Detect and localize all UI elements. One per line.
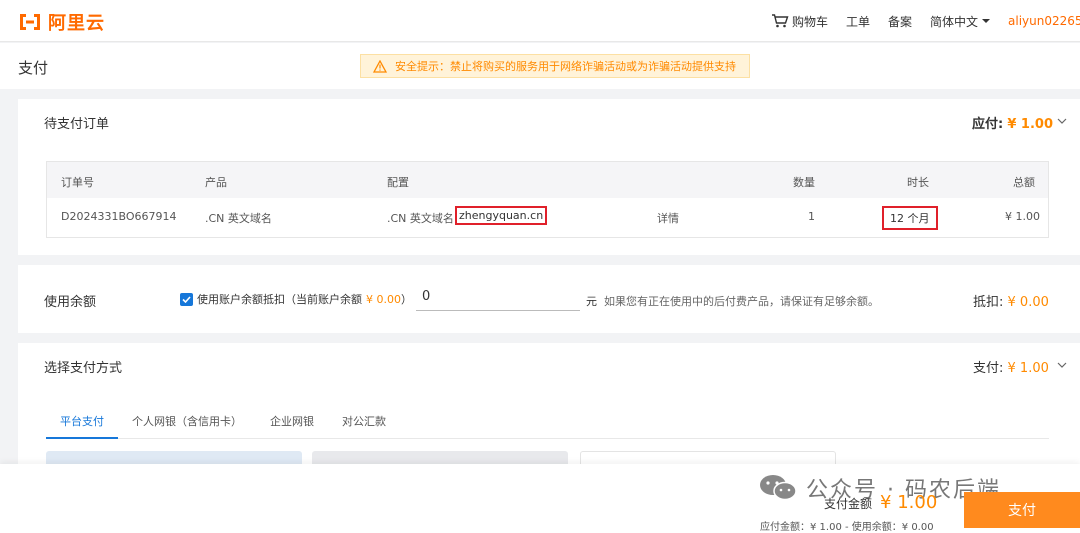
- tab-corporate-transfer[interactable]: 对公汇款: [342, 413, 386, 429]
- footer-amount-label: 支付金额: [824, 497, 873, 511]
- deduct-amount: 抵扣: ¥ 0.00: [973, 291, 1049, 310]
- language-select[interactable]: 简体中文: [930, 13, 990, 30]
- col-config: 配置: [387, 176, 409, 189]
- chevron-down-icon: [982, 19, 990, 23]
- config-label: .CN 英文域名: [387, 212, 454, 225]
- order-table: 订单号 产品 配置 数量 时长 总额 D2024331BO667914 .CN …: [46, 161, 1049, 238]
- logo-text: 阿里云: [48, 13, 105, 34]
- tab-platform-pay[interactable]: 平台支付: [60, 413, 104, 429]
- collapse-chevron-icon[interactable]: [1057, 118, 1067, 124]
- cart-link[interactable]: 购物车: [771, 13, 828, 30]
- pending-order-title: 待支付订单: [44, 117, 110, 132]
- product-name: .CN 英文域名: [205, 212, 272, 225]
- language-label: 简体中文: [929, 14, 978, 29]
- use-balance-checkbox[interactable]: [180, 292, 193, 306]
- security-warning-banner: 安全提示：禁止将购买的服务用于网络诈骗活动或为诈骗活动提供支持: [360, 54, 750, 78]
- domain-name: zhengyquan.cn: [455, 206, 548, 225]
- pay-button[interactable]: 支付: [964, 492, 1080, 528]
- order-number: D2024331BO667914: [61, 210, 177, 223]
- current-balance: ¥ 0.00: [366, 292, 401, 306]
- warning-icon: [373, 59, 387, 73]
- balance-unit: 元: [586, 295, 597, 308]
- pay-value: ¥ 1.00: [1007, 361, 1049, 376]
- aliyun-logo-icon: [20, 14, 40, 30]
- due-value: ¥ 1.00: [1007, 117, 1053, 132]
- ticket-link[interactable]: 工单: [846, 13, 870, 30]
- collapse-chevron-icon[interactable]: [1057, 362, 1067, 368]
- col-quantity: 数量: [793, 176, 815, 189]
- pending-order-card: 待支付订单 应付: ¥ 1.00 订单号 产品 配置 数量 时长 总额 D202…: [18, 99, 1080, 255]
- cart-icon: [771, 14, 789, 28]
- col-product: 产品: [205, 176, 227, 189]
- pay-amount: 支付: ¥ 1.00: [973, 357, 1049, 376]
- user-account[interactable]: aliyun022659**: [1008, 14, 1080, 28]
- wechat-icon: [760, 475, 797, 501]
- footer-amount: 支付金额 ¥ 1.00: [824, 492, 937, 513]
- footer-amount-value: ¥ 1.00: [880, 492, 938, 513]
- payment-footer: 公众号 · 码农后端 支付金额 ¥ 1.00 应付金额：¥ 1.00 - 使用余…: [0, 464, 1080, 533]
- page-title: 支付: [18, 59, 49, 77]
- due-label: 应付:: [972, 117, 1004, 132]
- pay-label: 支付:: [973, 361, 1004, 376]
- deduct-value: ¥ 0.00: [1007, 295, 1049, 310]
- payment-tabs: 平台支付 个人网银（含信用卡） 企业网银 对公汇款: [46, 403, 1049, 439]
- order-table-header: 订单号 产品 配置 数量 时长 总额: [47, 162, 1048, 198]
- cart-label: 购物车: [791, 14, 828, 29]
- balance-hint: 如果您有正在使用中的后付费产品，请保证有足够余额。: [604, 295, 879, 308]
- use-balance-label: 使用账户余额抵扣（当前账户余额: [197, 293, 362, 306]
- col-total: 总额: [1013, 176, 1035, 189]
- payment-method-card: 选择支付方式 支付: ¥ 1.00 平台支付 个人网银（含信用卡） 企业网银 对…: [18, 343, 1080, 481]
- active-tab-indicator: [46, 437, 118, 439]
- balance-amount-input[interactable]: [416, 283, 580, 311]
- total-value: ¥ 1.00: [1005, 210, 1040, 223]
- payment-method-title: 选择支付方式: [44, 361, 123, 376]
- deduct-label: 抵扣:: [973, 295, 1004, 310]
- duration-value: 12 个月: [882, 206, 938, 230]
- footer-summary: 应付金额：¥ 1.00 - 使用余额：¥ 0.00: [760, 522, 934, 533]
- aliyun-logo[interactable]: 阿里云: [18, 9, 105, 35]
- col-duration: 时长: [907, 176, 929, 189]
- balance-title: 使用余额: [44, 295, 97, 310]
- page-header: 支付 安全提示：禁止将购买的服务用于网络诈骗活动或为诈骗活动提供支持: [0, 43, 1080, 89]
- quantity-value: 1: [808, 210, 815, 223]
- check-icon: [182, 295, 191, 303]
- tab-personal-bank[interactable]: 个人网银（含信用卡）: [132, 413, 242, 429]
- tab-enterprise-bank[interactable]: 企业网银: [270, 413, 314, 429]
- balance-checkbox-row[interactable]: 使用账户余额抵扣（当前账户余额 ¥ 0.00 ）: [180, 291, 412, 307]
- balance-card: 使用余额 使用账户余额抵扣（当前账户余额 ¥ 0.00 ） 元 如果您有正在使用…: [18, 265, 1080, 333]
- paren-close: ）: [401, 293, 412, 306]
- col-order-no: 订单号: [61, 176, 94, 189]
- top-navbar: 阿里云 购物车 工单 备案 简体中文 aliyun022659**: [0, 0, 1080, 42]
- filing-link[interactable]: 备案: [888, 13, 912, 30]
- details-link[interactable]: 详情: [657, 210, 679, 226]
- warning-text: 安全提示：禁止将购买的服务用于网络诈骗活动或为诈骗活动提供支持: [395, 60, 736, 73]
- order-due-amount: 应付: ¥ 1.00: [972, 113, 1053, 132]
